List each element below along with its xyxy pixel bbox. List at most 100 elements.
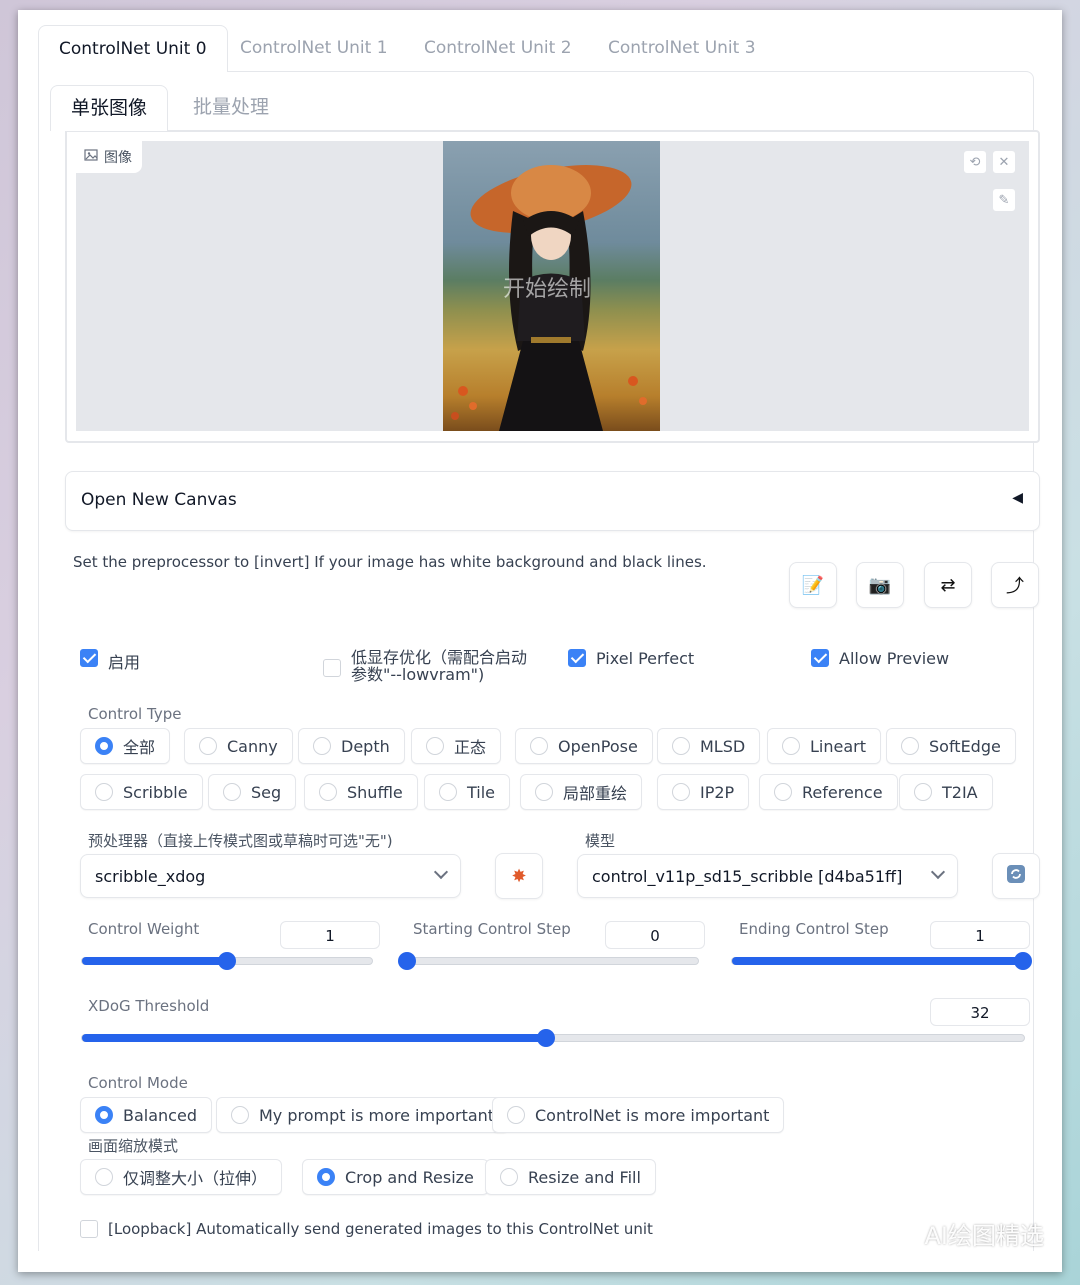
radio-indicator: [439, 783, 457, 801]
preprocessor-select[interactable]: scribble_xdog: [80, 854, 461, 898]
control-weight-slider[interactable]: [81, 952, 373, 970]
tab-unit-0[interactable]: ControlNet Unit 0: [38, 25, 228, 72]
control-weight-input[interactable]: 1: [280, 921, 380, 949]
control-type-lineart[interactable]: Lineart: [767, 728, 881, 764]
radio-indicator: [426, 737, 444, 755]
radio-label: Balanced: [123, 1105, 197, 1125]
watermark-text: AI绘图精选: [924, 1222, 1045, 1250]
radio-indicator: [317, 1168, 335, 1186]
control-type-depth[interactable]: Depth: [298, 728, 405, 764]
radio-indicator: [672, 737, 690, 755]
mirror-button[interactable]: ⇄: [924, 562, 972, 608]
model-label: 模型: [585, 832, 616, 850]
control-type-scribble[interactable]: Scribble: [80, 774, 203, 810]
slider-knob[interactable]: [218, 952, 236, 970]
resize-mode-just-resize[interactable]: 仅调整大小（拉伸）: [80, 1159, 283, 1195]
resize-mode-resize-fill[interactable]: Resize and Fill: [485, 1159, 656, 1195]
refresh-models-button[interactable]: [992, 853, 1040, 899]
close-icon[interactable]: ✕: [992, 150, 1016, 174]
radio-label: Shuffle: [347, 782, 403, 802]
radio-indicator: [95, 737, 113, 755]
image-icon: [84, 148, 98, 166]
tab-unit-3[interactable]: ControlNet Unit 3: [588, 25, 776, 72]
radio-label: Depth: [341, 736, 390, 756]
xdog-threshold-input[interactable]: 32: [930, 998, 1030, 1026]
starting-step-slider[interactable]: [398, 952, 699, 970]
control-type-softedge[interactable]: SoftEdge: [886, 728, 1016, 764]
control-type-reference[interactable]: Reference: [759, 774, 898, 810]
pixel-perfect-checkbox[interactable]: Pixel Perfect: [568, 649, 694, 668]
control-mode-prompt[interactable]: My prompt is more important: [216, 1097, 510, 1133]
image-canvas[interactable]: 图像 开始绘制 ⟲ ✕ ✎: [76, 141, 1029, 431]
control-type-openpose[interactable]: OpenPose: [515, 728, 653, 764]
tab-single-image[interactable]: 单张图像: [50, 85, 169, 131]
radio-label: OpenPose: [558, 736, 638, 756]
radio-indicator: [530, 737, 548, 755]
control-type-seg[interactable]: Seg: [208, 774, 297, 810]
loopback-label: [Loopback] Automatically send generated …: [108, 1220, 653, 1238]
control-mode-balanced[interactable]: Balanced: [80, 1097, 212, 1133]
allow-preview-checkbox-box[interactable]: [811, 649, 829, 667]
control-mode-label: Control Mode: [88, 1074, 188, 1092]
pixel-perfect-checkbox-box[interactable]: [568, 649, 586, 667]
control-type-shuffle[interactable]: Shuffle: [304, 774, 418, 810]
model-select[interactable]: control_v11p_sd15_scribble [d4ba51ff]: [577, 854, 958, 898]
unit-tabs: ControlNet Unit 0 ControlNet Unit 1 Cont…: [34, 22, 1036, 72]
control-type-ip2p[interactable]: IP2P: [657, 774, 750, 810]
tab-unit-1[interactable]: ControlNet Unit 1: [220, 25, 408, 72]
radio-indicator: [535, 783, 553, 801]
slider-knob[interactable]: [1014, 952, 1032, 970]
enable-checkbox[interactable]: 启用: [80, 649, 140, 673]
control-type-all[interactable]: 全部: [80, 728, 171, 764]
image-label-text: 图像: [104, 150, 132, 166]
run-preprocessor-button[interactable]: ✸: [495, 853, 543, 899]
radio-label: SoftEdge: [929, 736, 1001, 756]
radio-label: 正态: [454, 738, 487, 757]
collapse-arrow-icon: ◀: [1012, 490, 1023, 506]
lowvram-checkbox-box[interactable]: [323, 659, 341, 677]
ending-step-slider[interactable]: [731, 952, 1032, 970]
undo-icon[interactable]: ⟲: [963, 150, 987, 174]
webcam-button[interactable]: 📷: [856, 562, 904, 608]
control-type-inpaint[interactable]: 局部重绘: [520, 774, 643, 810]
control-type-canny[interactable]: Canny: [184, 728, 293, 764]
new-canvas-button[interactable]: 📝: [789, 562, 837, 608]
slider-knob[interactable]: [398, 952, 416, 970]
resize-mode-crop-resize[interactable]: Crop and Resize: [302, 1159, 489, 1195]
lowvram-label: 低显存优化（需配合启动 参数"--lowvram"): [351, 649, 527, 683]
loopback-checkbox[interactable]: [Loopback] Automatically send generated …: [80, 1220, 653, 1238]
radio-indicator: [901, 737, 919, 755]
ending-step-input[interactable]: 1: [930, 921, 1030, 949]
loopback-checkbox-box[interactable]: [80, 1220, 98, 1238]
lowvram-label-line2: 参数"--lowvram"): [351, 665, 485, 684]
radio-label: MLSD: [700, 736, 746, 756]
radio-indicator: [95, 783, 113, 801]
open-new-canvas-accordion[interactable]: Open New Canvas ◀: [65, 471, 1040, 531]
radio-indicator: [507, 1106, 525, 1124]
control-mode-controlnet[interactable]: ControlNet is more important: [492, 1097, 785, 1133]
control-type-t2ia[interactable]: T2IA: [899, 774, 993, 810]
radio-indicator: [231, 1106, 249, 1124]
tab-batch[interactable]: 批量处理: [173, 85, 289, 131]
unit-body: 单张图像 批量处理 图像 开始绘制 ⟲ ✕ ✎ Open New Canvas …: [38, 71, 1040, 1251]
brush-icon[interactable]: ✎: [992, 188, 1016, 212]
tab-unit-2[interactable]: ControlNet Unit 2: [404, 25, 592, 72]
enable-checkbox-box[interactable]: [80, 649, 98, 667]
xdog-threshold-label: XDoG Threshold: [88, 997, 210, 1015]
explosion-icon: ✸: [511, 865, 527, 887]
ending-step-label: Ending Control Step: [739, 920, 889, 938]
allow-preview-checkbox[interactable]: Allow Preview: [811, 649, 949, 668]
slider-knob[interactable]: [537, 1029, 556, 1047]
image-label: 图像: [76, 141, 142, 173]
starting-step-input[interactable]: 0: [605, 921, 705, 949]
radio-label: 局部重绘: [563, 784, 628, 803]
control-type-tile[interactable]: Tile: [424, 774, 511, 810]
xdog-threshold-slider[interactable]: [81, 1029, 1025, 1047]
control-type-normal[interactable]: 正态: [411, 728, 502, 764]
control-type-label: Control Type: [88, 705, 182, 723]
control-type-mlsd[interactable]: MLSD: [657, 728, 761, 764]
lowvram-checkbox[interactable]: 低显存优化（需配合启动 参数"--lowvram"): [323, 649, 527, 683]
send-dimensions-button[interactable]: ⤴: [991, 562, 1039, 608]
resize-mode-label: 画面缩放模式: [88, 1137, 179, 1155]
radio-label: 仅调整大小（拉伸）: [123, 1169, 268, 1188]
